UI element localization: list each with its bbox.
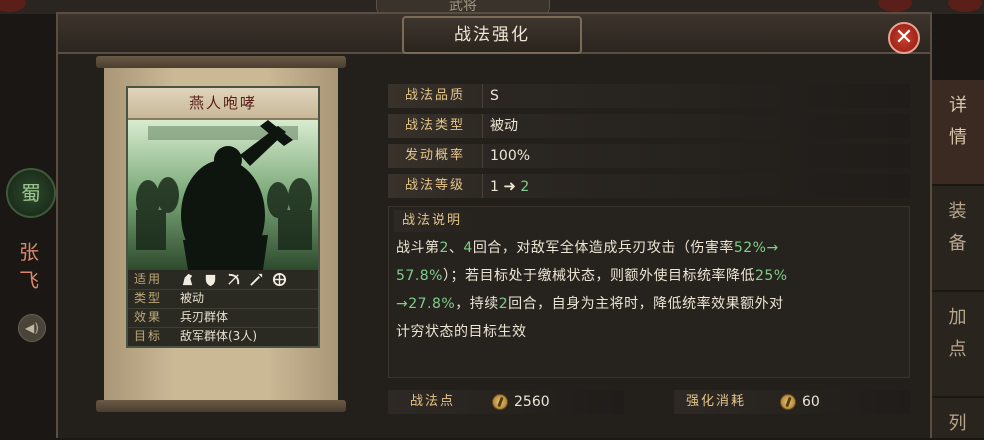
enhance-cost-label: 强化消耗 <box>686 394 747 409</box>
description-line: 战斗第2、4回合，对敌军全体造成兵刃攻击（伤害率52%→ <box>396 234 906 262</box>
info-value: 被动 <box>180 291 205 305</box>
info-value: 敌军群体(3人) <box>180 329 257 343</box>
tab-equipment[interactable]: 装 备 <box>930 186 984 290</box>
tab-list-char: 列 <box>948 413 967 434</box>
dialog-title: 战法强化 <box>402 16 582 54</box>
description-segment: ）；若目标处于缴械状态，则额外使目标统率降低 <box>442 268 755 284</box>
description-segment: 、 <box>448 240 464 256</box>
siege-icon <box>272 272 287 287</box>
cavalry-icon <box>182 273 193 286</box>
description-segment: 战斗第 <box>396 240 440 256</box>
tab-details[interactable]: 详 情 <box>930 80 984 184</box>
description-line: →27.8%，持续2回合，自身为主将时，降低统率效果额外对 <box>396 290 906 318</box>
tab-add-points[interactable]: 加 点 <box>930 292 984 396</box>
scroll-rod-bottom <box>96 400 346 412</box>
level-from: 1 <box>490 179 499 195</box>
tactic-card-info: 适用 类型 被动 效果 兵刃群体 目标 敌军群体(3人) <box>128 270 318 346</box>
stat-value: 100% <box>490 148 531 164</box>
info-row-effect: 效果 兵刃群体 <box>128 308 318 328</box>
tab-equipment-char: 备 <box>948 233 967 254</box>
stat-label: 发动概率 <box>388 144 483 168</box>
description-title: 战法说明 <box>394 210 480 232</box>
description-highlight: →27.8% <box>396 296 456 312</box>
description-highlight: 25% <box>754 268 788 284</box>
stat-value: 被动 <box>490 118 518 134</box>
stat-value-level: 1 ➜ 2 <box>490 174 529 199</box>
tactic-card-title: 燕人咆哮 <box>128 88 318 120</box>
info-label: 效果 <box>134 310 163 324</box>
info-row-type: 类型 被动 <box>128 289 318 309</box>
info-label: 类型 <box>134 291 163 305</box>
stat-row-quality: 战法品质 S <box>388 84 910 108</box>
stat-row-level: 战法等级 1 ➜ 2 <box>388 174 910 198</box>
enhance-cost-row: 强化消耗 60 <box>674 390 910 414</box>
tactic-card-art <box>128 120 318 270</box>
description-line: 57.8%）；若目标处于缴械状态，则额外使目标统率降低25% <box>396 262 906 290</box>
tab-add-points-char: 点 <box>948 339 967 360</box>
stat-label: 战法类型 <box>388 114 483 138</box>
description-highlight: 2 <box>498 296 509 312</box>
description-segment: 回合，对敌军全体造成兵刃攻击（伤害率 <box>472 240 734 256</box>
tab-equipment-char: 装 <box>948 201 967 222</box>
general-side-panel: 蜀 张 飞 ◀) <box>0 150 58 390</box>
stat-row-type: 战法类型 被动 <box>388 114 910 138</box>
stat-label: 战法品质 <box>388 84 483 108</box>
description-segment: 计穷状态的目标生效 <box>396 324 527 340</box>
tactic-coin-icon <box>492 394 508 410</box>
tactic-card[interactable]: 燕人咆哮 适用 类型 被动 效果 兵刃群体 目标 敌军群体(3人) <box>126 86 320 348</box>
tactic-points-value: 2560 <box>514 394 550 410</box>
stat-label: 战法等级 <box>388 174 483 198</box>
general-name: 张 飞 <box>16 238 42 294</box>
info-label: 目标 <box>134 329 163 343</box>
level-to: 2 <box>520 179 530 195</box>
info-label: 适用 <box>134 272 163 286</box>
shield-icon <box>205 274 216 287</box>
description-highlight: 2 <box>439 240 449 256</box>
description-segment: 回合，自身为主将时，降低统率效果额外对 <box>508 296 784 312</box>
tab-details-char: 情 <box>949 127 967 148</box>
description-highlight: 57.8% <box>396 268 443 284</box>
tab-details-char: 详 <box>949 95 967 116</box>
stat-value: S <box>490 88 499 104</box>
description-segment: ，持续 <box>455 296 499 312</box>
troop-type-icons <box>180 272 287 287</box>
tab-list[interactable]: 列 <box>930 398 984 438</box>
description-highlight: 52%→ <box>733 240 779 256</box>
speaker-icon[interactable]: ◀) <box>18 314 46 342</box>
info-row-applicable: 适用 <box>128 270 318 290</box>
tactic-coin-icon <box>780 394 796 410</box>
tab-add-points-char: 加 <box>948 307 967 328</box>
description-highlight: 4 <box>463 240 473 256</box>
general-name-char: 飞 <box>19 268 39 292</box>
arrow-right-icon: ➜ <box>503 177 516 195</box>
scroll-rod-top <box>96 56 346 68</box>
enhance-cost-value: 60 <box>802 394 820 410</box>
stat-row-trigger-rate: 发动概率 100% <box>388 144 910 168</box>
description-text: 战斗第2、4回合，对敌军全体造成兵刃攻击（伤害率52%→ 57.8%）；若目标处于… <box>396 234 906 346</box>
tactic-points-label: 战法点 <box>410 394 456 409</box>
info-value: 兵刃群体 <box>180 310 229 324</box>
faction-emblem: 蜀 <box>6 168 56 218</box>
general-name-char: 张 <box>19 240 39 264</box>
description-line: 计穷状态的目标生效 <box>396 318 906 346</box>
close-button[interactable]: ✕ <box>888 22 920 54</box>
info-row-target: 目标 敌军群体(3人) <box>128 327 318 346</box>
bow-icon <box>228 273 240 285</box>
spear-icon <box>250 273 263 286</box>
tactic-points-row: 战法点 2560 <box>388 390 624 414</box>
